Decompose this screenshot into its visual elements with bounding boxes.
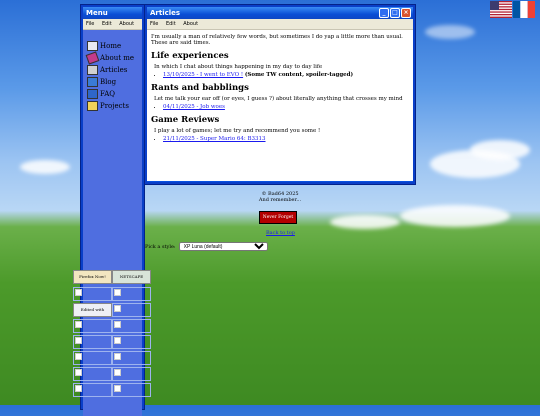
minimize-icon[interactable]: _	[379, 8, 389, 18]
cloud	[20, 160, 70, 174]
broken-image-icon	[114, 289, 121, 296]
nav-label: Blog	[100, 78, 117, 86]
nav-label: Home	[100, 42, 122, 50]
button-slot[interactable]	[73, 287, 112, 301]
broken-image-icon	[75, 321, 82, 328]
projects-icon	[87, 101, 98, 111]
section-heading: Rants and babblings	[151, 83, 249, 93]
article-list: 04/11/2025 - Job woes	[151, 104, 409, 110]
broken-image-icon	[75, 289, 82, 296]
nav-item-projects[interactable]: Projects	[83, 100, 142, 112]
broken-image-icon	[114, 305, 121, 312]
maximize-icon[interactable]: □	[390, 8, 400, 18]
home-icon	[87, 41, 98, 51]
article-list: 21/11/2025 - Super Mario 64: B3313	[151, 136, 409, 142]
broken-image-icon	[75, 385, 82, 392]
article-link[interactable]: 04/11/2025 - Job woes	[163, 104, 225, 110]
menubar-file[interactable]: File	[150, 21, 158, 27]
menubar-file[interactable]: File	[86, 21, 94, 27]
french-flag-icon[interactable]	[513, 1, 535, 18]
nav-item-articles[interactable]: Articles	[83, 64, 142, 76]
menu-window-menubar: File Edit About	[83, 19, 142, 30]
close-icon[interactable]: ×	[401, 8, 411, 18]
section-heading: Life experiences	[151, 51, 229, 61]
nav-item-home[interactable]: Home	[83, 40, 142, 52]
menubar-edit[interactable]: Edit	[166, 21, 176, 27]
articles-window-body: I'm usually a man of relatively few word…	[147, 30, 413, 181]
button-slot[interactable]	[112, 351, 151, 365]
section-heading: Game Reviews	[151, 115, 220, 125]
notepad-button[interactable]: Edited with Notepad	[73, 303, 112, 317]
broken-image-icon	[114, 369, 121, 376]
intro-text: I'm usually a man of relatively few word…	[151, 34, 403, 46]
article-link[interactable]: 13/10/2025 - I went to EVO !	[163, 72, 243, 78]
section-description: In which I chat about things happening i…	[154, 64, 323, 70]
button-slot[interactable]	[112, 319, 151, 333]
nav-item-faq[interactable]: FAQ	[83, 88, 142, 100]
broken-image-icon	[114, 385, 121, 392]
broken-image-icon	[75, 337, 82, 344]
firefox-button-label: Firefox Now!	[79, 274, 106, 279]
cloud	[400, 205, 510, 227]
netscape-button-label: NETSCAPE NOW!	[119, 274, 144, 279]
section-description: I play a lot of games; let me try and re…	[154, 128, 321, 134]
nav-label: Projects	[100, 102, 129, 110]
cloud	[330, 215, 400, 229]
nav-item-blog[interactable]: Blog	[83, 76, 142, 88]
broken-image-icon	[114, 321, 121, 328]
nav-label: FAQ	[100, 90, 116, 98]
list-item: 04/11/2025 - Job woes	[163, 104, 409, 110]
never-forget-badge: Never Forget	[259, 211, 297, 224]
nav-item-about[interactable]: About me	[83, 51, 142, 65]
about-icon	[85, 51, 100, 65]
us-flag-icon[interactable]	[490, 1, 512, 18]
netscape-button[interactable]: NETSCAPE NOW!	[112, 270, 151, 284]
article-list: 13/10/2025 - I went to EVO ! (Some TW co…	[151, 72, 409, 78]
article-link[interactable]: 21/11/2025 - Super Mario 64: B3313	[163, 136, 266, 142]
button-slot[interactable]	[73, 335, 112, 349]
articles-window: Articles _ □ × File Edit About I'm usual…	[145, 5, 415, 184]
button-slot[interactable]	[73, 367, 112, 381]
articles-window-title: Articles	[150, 9, 181, 17]
section-description: Let me talk your ear off (or eyes, I gue…	[154, 96, 403, 102]
style-select[interactable]: XP Luna (default)	[178, 242, 268, 251]
firefox-button[interactable]: Firefox Now!	[73, 270, 112, 284]
article-note: (Some TW content, spoiler-tagged)	[244, 72, 354, 78]
button-slot[interactable]	[112, 367, 151, 381]
remember-text: And remember...	[258, 197, 302, 203]
button-slot[interactable]	[73, 351, 112, 365]
button-slot[interactable]	[112, 383, 151, 397]
button-slot[interactable]	[112, 287, 151, 301]
nav-label: Articles	[100, 66, 128, 74]
blog-icon	[87, 77, 98, 87]
back-to-top-link[interactable]: Back to top	[266, 230, 295, 236]
button-slot[interactable]	[112, 335, 151, 349]
style-picker: Pick a style: XP Luna (default)	[145, 242, 268, 251]
button-slot[interactable]	[112, 303, 151, 317]
broken-image-icon	[114, 353, 121, 360]
button-slot[interactable]	[73, 319, 112, 333]
nav-label: About me	[100, 54, 135, 62]
broken-image-icon	[114, 337, 121, 344]
faq-icon	[87, 89, 98, 99]
cloud	[470, 140, 530, 160]
style-picker-label: Pick a style:	[145, 243, 176, 250]
cloud	[425, 25, 475, 39]
menubar-edit[interactable]: Edit	[102, 21, 112, 27]
window-controls: _ □ ×	[379, 8, 411, 18]
broken-image-icon	[75, 353, 82, 360]
articles-icon	[87, 65, 98, 75]
notepad-button-label: Edited with Notepad	[80, 307, 105, 312]
list-item: 13/10/2025 - I went to EVO ! (Some TW co…	[163, 72, 409, 78]
menubar-about[interactable]: About	[183, 21, 198, 27]
button-slot[interactable]	[73, 383, 112, 397]
articles-window-titlebar[interactable]: Articles _ □ ×	[147, 7, 413, 19]
articles-window-menubar: File Edit About	[147, 19, 413, 30]
broken-image-icon	[75, 369, 82, 376]
menu-window-titlebar[interactable]: Menu	[83, 7, 142, 19]
menubar-about[interactable]: About	[119, 21, 134, 27]
menu-window-title: Menu	[86, 9, 108, 17]
list-item: 21/11/2025 - Super Mario 64: B3313	[163, 136, 409, 142]
footer: © Bad64 2025 And remember...	[240, 191, 320, 203]
